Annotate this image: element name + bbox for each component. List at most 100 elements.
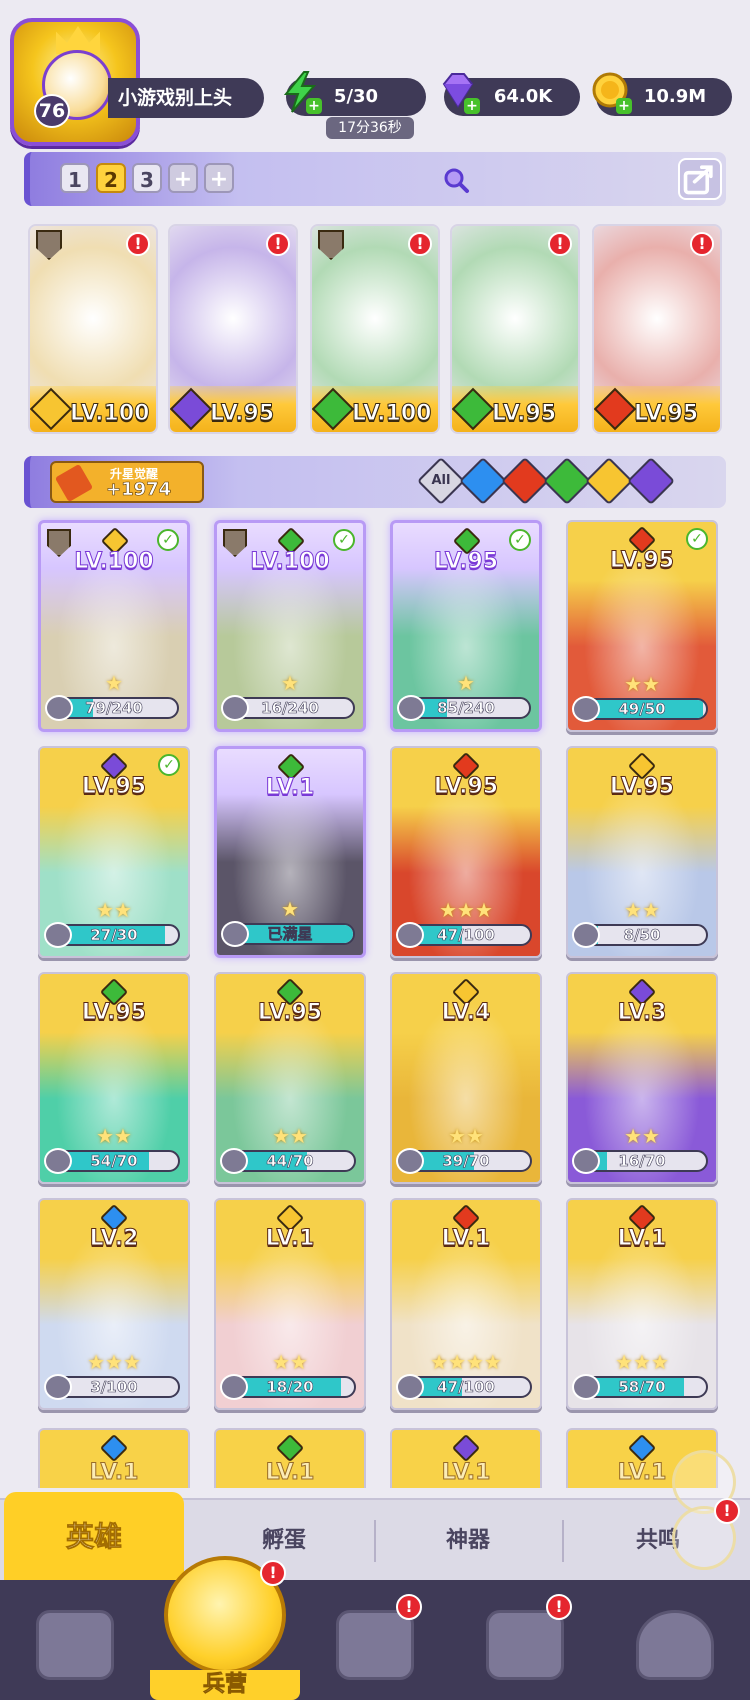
- gems-resource[interactable]: + 64.0K: [442, 73, 580, 116]
- check-icon: ✓: [686, 528, 708, 550]
- hero-level: LV.95: [491, 401, 557, 427]
- hero-level: LV.1: [441, 1226, 491, 1252]
- filter-light[interactable]: [584, 456, 634, 506]
- gems-value: 64.0K: [493, 86, 553, 107]
- filter-all[interactable]: All: [416, 456, 466, 506]
- filter-wood[interactable]: [542, 456, 592, 506]
- hero-level: LV.95: [633, 401, 699, 427]
- hero-level: LV.100: [69, 401, 150, 427]
- sword-icon: [54, 463, 94, 503]
- filter-fire[interactable]: [500, 456, 550, 506]
- shard-icon: [396, 922, 424, 948]
- hero-stars: ★★: [272, 1124, 308, 1148]
- hero-level: LV.1: [265, 1226, 315, 1252]
- hero-card[interactable]: LV.1: [390, 1428, 542, 1488]
- top-bar: 76 小游戏别上头 + 5/30 17分36秒 + 64.0K + 10.9M: [0, 0, 750, 148]
- hero-stars: ★★: [272, 1350, 308, 1374]
- element-icon: [451, 1433, 481, 1463]
- energy-resource[interactable]: + 5/30: [283, 71, 426, 116]
- hero-level: LV.95: [209, 401, 275, 427]
- hero-card[interactable]: LV.1 ★★★ 58/70: [566, 1198, 718, 1410]
- hero-card[interactable]: LV.4 ★★ 39/70: [390, 972, 542, 1184]
- hero-stars: ★★★★: [430, 1350, 502, 1374]
- hero-card[interactable]: LV.95 ★★ 8/50: [566, 746, 718, 958]
- team-tab-3[interactable]: 3: [132, 163, 162, 193]
- shard-icon: [572, 1148, 600, 1174]
- lineup-hero-card[interactable]: LV.95!: [168, 224, 298, 434]
- nav-temple[interactable]: !: [450, 1580, 600, 1700]
- hero-level: LV.1: [265, 1460, 315, 1486]
- team-tab-add-1[interactable]: +: [168, 163, 198, 193]
- player-level: 76: [34, 94, 70, 128]
- cards-icon: [36, 1610, 114, 1680]
- hero-card[interactable]: LV.1 ★★★★ 47/100: [390, 1198, 542, 1410]
- check-icon: ✓: [333, 529, 355, 551]
- shard-icon: [572, 1374, 600, 1400]
- player-name[interactable]: 小游戏别上头: [108, 78, 264, 118]
- team-tab-2[interactable]: 2: [96, 163, 126, 193]
- team-tab-1[interactable]: 1: [60, 163, 90, 193]
- energy-timer: 17分36秒: [326, 117, 414, 139]
- hero-stars: ★: [281, 897, 299, 921]
- nav-barracks[interactable]: ! 兵营: [150, 1556, 300, 1700]
- team-tab-add-2[interactable]: +: [204, 163, 234, 193]
- alert-badge: !: [546, 1594, 572, 1620]
- bottom-nav: ! 兵营 ! !: [0, 1556, 750, 1700]
- hero-card[interactable]: LV.1: [38, 1428, 190, 1488]
- shard-icon: [45, 695, 73, 721]
- star-awaken-button[interactable]: 升星觉醒 +1974: [50, 461, 204, 503]
- mushroom-icon: [636, 1610, 714, 1680]
- alert-badge: !: [266, 232, 290, 256]
- hero-card[interactable]: LV.1: [214, 1428, 366, 1488]
- shard-icon: [572, 696, 600, 722]
- shard-icon: [44, 1148, 72, 1174]
- floating-sparkle-button[interactable]: !: [670, 1450, 742, 1578]
- hero-level: LV.95: [609, 774, 675, 800]
- lineup-hero-card[interactable]: LV.100!: [310, 224, 440, 434]
- hero-card[interactable]: LV.3 ★★ 16/70: [566, 972, 718, 1184]
- hero-level: LV.95: [433, 549, 499, 575]
- gold-resource[interactable]: + 10.9M: [592, 72, 732, 116]
- hero-stars: ★★: [96, 898, 132, 922]
- hero-card[interactable]: LV.95 ★★ 27/30 ✓: [38, 746, 190, 958]
- add-gems-button[interactable]: +: [464, 98, 480, 114]
- tab-artifacts[interactable]: 神器: [378, 1500, 558, 1582]
- element-icon: [627, 1433, 657, 1463]
- nav-map[interactable]: !: [300, 1580, 450, 1700]
- filter-water[interactable]: [458, 456, 508, 506]
- hero-card[interactable]: LV.2 ★★★ 3/100: [38, 1198, 190, 1410]
- nav-cards[interactable]: [0, 1580, 150, 1700]
- map-icon: [336, 1610, 414, 1680]
- hero-stars: ★★: [624, 898, 660, 922]
- hero-card[interactable]: LV.95 ★★★ 47/100: [390, 746, 542, 958]
- shard-icon: [221, 695, 249, 721]
- lineup-hero-card[interactable]: LV.95!: [450, 224, 580, 434]
- hero-card[interactable]: LV.95 ★ 85/240 ✓: [390, 520, 542, 732]
- add-energy-button[interactable]: +: [306, 98, 322, 114]
- search-icon[interactable]: [442, 166, 470, 194]
- hero-card[interactable]: LV.100 ★ 79/240 ✓: [38, 520, 190, 732]
- tab-divider: [562, 1520, 564, 1562]
- lineup-hero-card[interactable]: LV.95!: [592, 224, 722, 434]
- hero-card[interactable]: LV.1 ★★ 18/20: [214, 1198, 366, 1410]
- shard-icon: [221, 921, 249, 947]
- lineup-hero-card[interactable]: LV.100!: [28, 224, 158, 434]
- hero-card[interactable]: LV.95 ★★ 49/50 ✓: [566, 520, 718, 732]
- hero-level: LV.3: [617, 1000, 667, 1026]
- filter-dark[interactable]: [626, 456, 676, 506]
- hero-level: LV.1: [617, 1226, 667, 1252]
- share-button[interactable]: [678, 158, 722, 200]
- hero-card[interactable]: LV.95 ★★ 54/70: [38, 972, 190, 1184]
- nav-mushroom[interactable]: [600, 1580, 750, 1700]
- shard-icon: [397, 695, 425, 721]
- hero-card[interactable]: LV.95 ★★ 44/70: [214, 972, 366, 1184]
- hero-level: LV.1: [441, 1460, 491, 1486]
- energy-value: 5/30: [333, 86, 379, 107]
- hero-card[interactable]: LV.1 ★ 已满星: [214, 746, 366, 958]
- hero-level: LV.1: [89, 1460, 139, 1486]
- share-icon: [683, 165, 713, 195]
- add-gold-button[interactable]: +: [616, 98, 632, 114]
- hero-card[interactable]: LV.100 ★ 16/240 ✓: [214, 520, 366, 732]
- temple-icon: [486, 1610, 564, 1680]
- hero-level: LV.4: [441, 1000, 491, 1026]
